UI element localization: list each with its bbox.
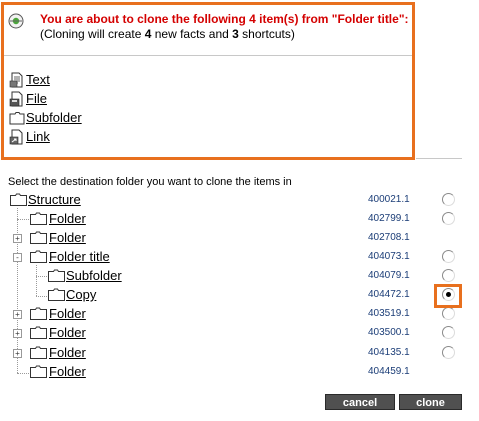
- folder-icon: [10, 193, 27, 206]
- expand-plus-icon[interactable]: +: [13, 234, 22, 243]
- expand-plus-icon[interactable]: +: [13, 310, 22, 319]
- tree-node-id: 403500.1: [368, 327, 410, 338]
- tree-node-id: 402708.1: [368, 232, 410, 243]
- destination-radio[interactable]: [442, 212, 455, 225]
- text-document-icon: [9, 72, 23, 88]
- folder-icon: [48, 269, 65, 282]
- folder-icon: [30, 231, 47, 244]
- folder-icon: [30, 250, 47, 263]
- tree-row-folder: Folder 404459.1: [0, 363, 479, 382]
- clone-summary-title: You are about to clone the following 4 i…: [40, 12, 409, 26]
- clone-button[interactable]: clone: [399, 394, 462, 410]
- tree-row-folder: + Folder 403500.1: [0, 324, 479, 343]
- tree-node-id: 404472.1: [368, 289, 410, 300]
- tree-label[interactable]: Folder: [49, 230, 86, 245]
- clone-summary-panel: You are about to clone the following 4 i…: [1, 2, 415, 160]
- folder-icon: [9, 112, 25, 125]
- link-document-icon: [9, 129, 23, 145]
- folder-icon: [30, 307, 47, 320]
- destination-radio[interactable]: [442, 250, 455, 263]
- clone-item-link-link[interactable]: Link: [26, 129, 50, 144]
- collapse-minus-icon[interactable]: -: [13, 253, 22, 262]
- tree-label[interactable]: Folder: [49, 345, 86, 360]
- tree-label[interactable]: Folder title: [49, 249, 110, 264]
- tree-node-id: 402799.1: [368, 213, 410, 224]
- tree-row-subfolder: Subfolder 404079.1: [0, 267, 479, 286]
- folder-icon: [30, 365, 47, 378]
- summary-divider: [4, 55, 412, 56]
- clone-item-text-link[interactable]: Text: [26, 72, 50, 87]
- info-icon: [8, 13, 24, 29]
- tree-label[interactable]: Structure: [28, 192, 81, 207]
- tree-node-id: 403519.1: [368, 308, 410, 319]
- clone-item-subfolder-link[interactable]: Subfolder: [26, 110, 82, 125]
- selected-radio-highlight: [434, 284, 462, 308]
- destination-radio[interactable]: [442, 307, 455, 320]
- clone-summary-subtitle: (Cloning will create 4 new facts and 3 s…: [40, 27, 295, 41]
- tree-label[interactable]: Folder: [49, 364, 86, 379]
- tree-label[interactable]: Copy: [66, 287, 96, 302]
- tree-row-structure: Structure 400021.1: [0, 191, 479, 210]
- tree-label[interactable]: Folder: [49, 211, 86, 226]
- tree-row-copy: Copy 404472.1: [0, 286, 479, 305]
- tree-row-folder: + Folder 404135.1: [0, 344, 479, 363]
- tree-node-id: 404459.1: [368, 366, 410, 377]
- destination-radio[interactable]: [442, 269, 455, 282]
- folder-icon: [30, 212, 47, 225]
- destination-instruction: Select the destination folder you want t…: [8, 176, 292, 188]
- tree-label[interactable]: Folder: [49, 306, 86, 321]
- folder-icon: [48, 288, 65, 301]
- destination-radio[interactable]: [442, 346, 455, 359]
- tree-label[interactable]: Subfolder: [66, 268, 122, 283]
- tree-row-folder: Folder 402799.1: [0, 210, 479, 229]
- tree-node-id: 404135.1: [368, 347, 410, 358]
- destination-radio[interactable]: [442, 193, 455, 206]
- tree-row-folder-title: - Folder title 404073.1: [0, 248, 479, 267]
- folder-icon: [30, 326, 47, 339]
- tree-row-folder: + Folder 402708.1: [0, 229, 479, 248]
- tree-node-id: 400021.1: [368, 194, 410, 205]
- destination-radio[interactable]: [442, 326, 455, 339]
- tree-node-id: 404073.1: [368, 251, 410, 262]
- tree-node-id: 404079.1: [368, 270, 410, 281]
- tree-label[interactable]: Folder: [49, 325, 86, 340]
- folder-icon: [30, 346, 47, 359]
- expand-plus-icon[interactable]: +: [13, 329, 22, 338]
- expand-plus-icon[interactable]: +: [13, 349, 22, 358]
- clone-item-file-link[interactable]: File: [26, 91, 47, 106]
- file-document-icon: [9, 91, 23, 107]
- tree-row-folder: + Folder 403519.1: [0, 305, 479, 324]
- section-divider: [416, 158, 462, 159]
- cancel-button[interactable]: cancel: [325, 394, 395, 410]
